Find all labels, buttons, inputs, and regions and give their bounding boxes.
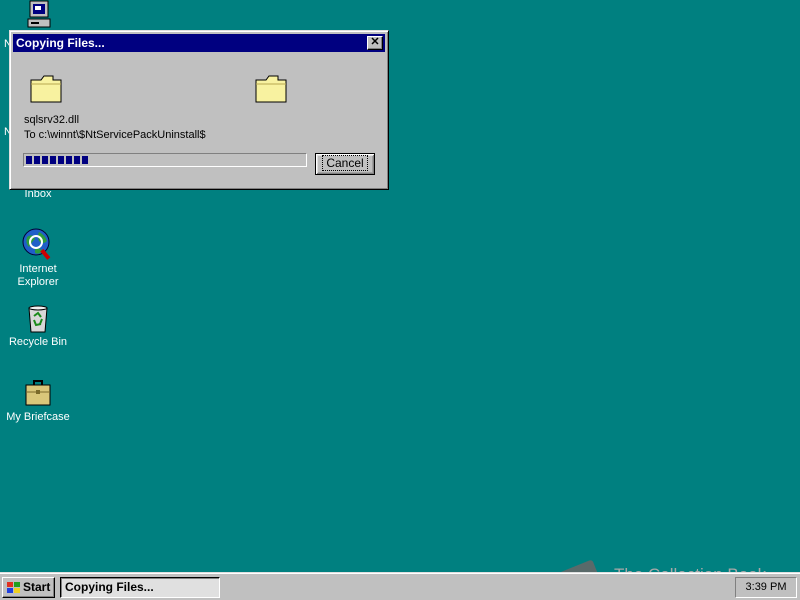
taskbar-item-copying-files[interactable]: Copying Files...: [60, 577, 220, 598]
windows-logo-icon: [7, 582, 20, 593]
desktop-icon-recycle-bin[interactable]: Recycle Bin: [0, 302, 76, 349]
briefcase-icon: [25, 380, 51, 406]
recycle-bin-icon: [28, 305, 48, 333]
desktop-icon-my-briefcase[interactable]: My Briefcase: [0, 377, 76, 424]
close-button[interactable]: ✕: [367, 36, 383, 50]
copy-filename: sqlsrv32.dll: [24, 114, 80, 126]
my-computer-icon: [27, 0, 51, 28]
progress-block: [66, 156, 72, 164]
taskbar-item-label: Copying Files...: [65, 580, 154, 594]
clock[interactable]: 3:39 PM: [746, 581, 787, 593]
internet-explorer-icon: [22, 228, 51, 260]
progress-block: [82, 156, 88, 164]
source-folder-icon: [30, 75, 62, 103]
cancel-label: Cancel: [322, 155, 368, 171]
dialog-title-bar[interactable]: Copying Files... ✕: [13, 34, 385, 52]
destination-folder-icon: [255, 75, 287, 103]
system-tray: 3:39 PM: [735, 577, 797, 598]
start-button[interactable]: Start: [2, 577, 55, 598]
start-label: Start: [23, 580, 51, 594]
taskbar: Start Copying Files... 3:39 PM: [0, 572, 800, 600]
progress-block: [58, 156, 64, 164]
internet-explorer-label-line1: Internet: [19, 263, 57, 275]
copy-progress-bar: [23, 153, 307, 167]
progress-block: [26, 156, 32, 164]
dialog-title: Copying Files...: [16, 36, 105, 50]
close-icon: ✕: [370, 36, 380, 48]
progress-block: [34, 156, 40, 164]
desktop-icon-internet-explorer[interactable]: Internet Explorer: [0, 227, 76, 289]
internet-explorer-label-line2: Explorer: [17, 276, 59, 288]
desktop-icon-my-computer[interactable]: [0, 0, 76, 34]
cancel-button[interactable]: Cancel: [315, 153, 375, 175]
progress-block: [42, 156, 48, 164]
recycle-bin-label: Recycle Bin: [8, 336, 68, 348]
progress-block: [50, 156, 56, 164]
copying-files-dialog: Copying Files... ✕ sqlsrv32.dll To c:\wi…: [9, 30, 389, 190]
progress-fill: [26, 156, 304, 164]
progress-block: [74, 156, 80, 164]
my-briefcase-label: My Briefcase: [6, 411, 70, 423]
copy-destination: To c:\winnt\$NtServicePackUninstall$: [24, 129, 206, 141]
